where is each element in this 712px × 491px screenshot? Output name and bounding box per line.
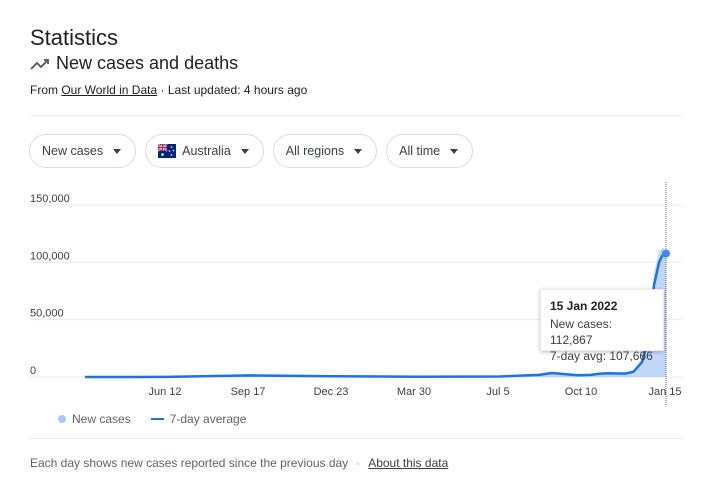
new-cases-legend-dot [58,415,66,423]
divider [30,115,682,116]
tooltip-new-cases: New cases: 112,867 [550,317,613,347]
x-tick-label: Dec 23 [314,386,349,398]
tooltip-date: 15 Jan 2022 [550,299,618,313]
region-filter-chip[interactable]: All regions [272,134,378,168]
y-tick-label: 150,000 [30,193,70,205]
section-header: New cases and deaths [30,53,238,74]
legend-average: 7-day average [169,412,247,426]
x-tick-label: Sep 17 [231,386,266,398]
y-tick-label: 0 [30,365,36,377]
caret-down-icon [450,148,459,154]
trending-up-icon [30,58,49,70]
caret-down-icon [354,148,363,154]
y-tick-label: 50,000 [30,308,64,320]
chart-legend: New cases 7-day average [58,412,246,426]
tooltip-average: 7-day avg: 107,666 [550,349,653,363]
x-tick-label: Mar 30 [397,386,431,398]
section-title: New cases and deaths [56,53,239,73]
average-legend-line [150,418,164,420]
source-prefix: From [30,83,62,97]
chip-label: All regions [285,144,345,158]
time-range-filter-chip[interactable]: All time [386,134,474,168]
x-tick-label: Jan 15 [648,386,681,398]
x-axis-labels: Jun 12 Sep 17 Dec 23 Mar 30 Jul 5 Oct 10 Jan 1… [148,386,681,398]
y-axis-labels: 0 50,000 100,000 150,000 [30,193,70,377]
chip-label: New cases [42,144,104,158]
legend-new-cases: New cases [72,412,131,426]
x-tick-label: Oct 10 [565,386,597,398]
filter-chips: New cases Australia All regions All time [29,134,474,168]
chip-label: Australia [182,144,231,158]
y-tick-label: 100,000 [30,250,70,262]
x-tick-label: Jun 12 [148,386,181,398]
footer-separator: · [356,456,361,470]
chart-tooltip: 15 Jan 2022 New cases: 112,867 7-day avg… [540,289,664,363]
divider [30,438,682,439]
footer-note: Each day shows new cases reported since … [30,456,349,470]
chip-label: All time [399,144,441,158]
page-title: Statistics [30,24,119,50]
source-line: From Our World in Data · Last updated: 4… [30,83,307,97]
location-filter-chip[interactable]: Australia [145,134,264,168]
x-tick-label: Jul 5 [486,386,509,398]
metric-filter-chip[interactable]: New cases [29,134,137,168]
source-link[interactable]: Our World in Data [61,83,157,97]
caret-down-icon [240,148,249,154]
hover-point [662,249,670,258]
footer: Each day shows new cases reported since … [30,456,448,470]
last-updated: · Last updated: 4 hours ago [157,83,308,97]
caret-down-icon [113,148,122,154]
about-data-link[interactable]: About this data [368,456,448,470]
australia-flag-icon [158,144,177,158]
